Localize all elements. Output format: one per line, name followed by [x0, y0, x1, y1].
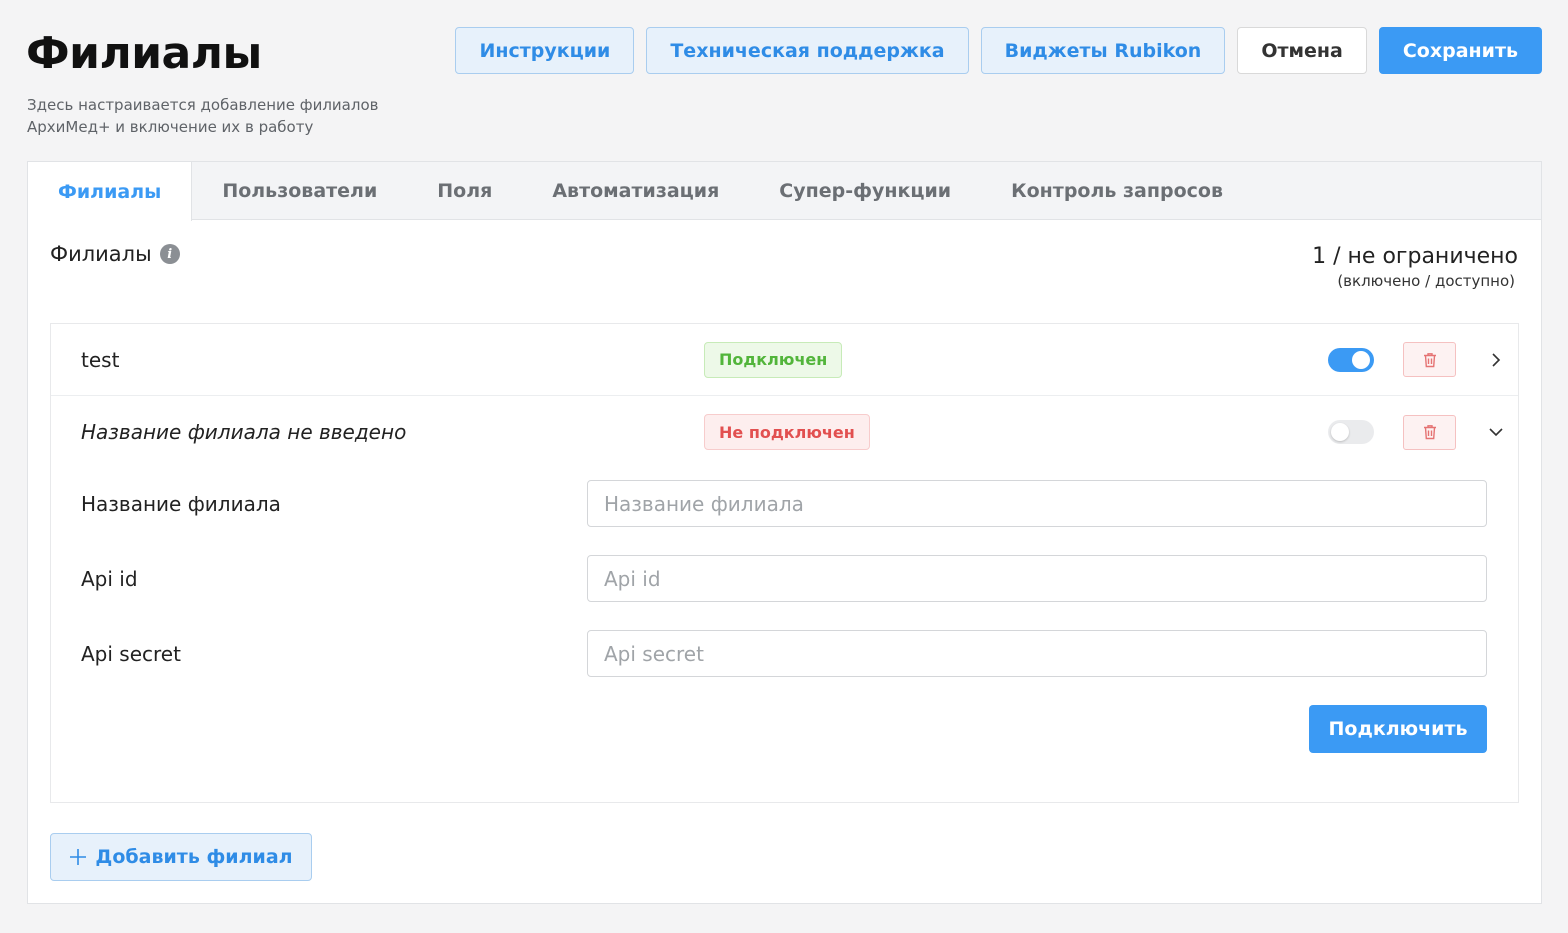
cancel-button[interactable]: Отмена	[1237, 27, 1367, 74]
status-badge: Подключен	[704, 341, 843, 378]
branch-name: Название филиала не введено	[81, 420, 407, 444]
section-title-text: Филиалы	[50, 242, 152, 266]
delete-branch-button[interactable]	[1403, 414, 1456, 450]
branch-name-label: Название филиала	[81, 492, 281, 516]
branch-name: test	[81, 347, 120, 372]
delete-branch-button[interactable]	[1403, 342, 1456, 377]
api-id-input[interactable]	[587, 555, 1487, 602]
tab-fields[interactable]: Поля	[407, 162, 522, 220]
tab-super-functions[interactable]: Супер-функции	[749, 162, 981, 220]
support-button[interactable]: Техническая поддержка	[646, 27, 969, 74]
page-subtitle: Здесь настраивается добавление филиалов …	[27, 96, 379, 136]
counter-value: 1 / не ограничено	[1312, 244, 1518, 269]
form-row-name: Название филиала	[51, 480, 1518, 528]
add-branch-button[interactable]: Добавить филиал	[50, 833, 312, 881]
toggle-knob	[1331, 423, 1349, 441]
tab-branches[interactable]: Филиалы	[28, 162, 193, 221]
tab-users[interactable]: Пользователи	[192, 162, 407, 220]
settings-card: Филиалы Пользователи Поля Автоматизация …	[27, 161, 1542, 904]
chevron-down-icon	[1489, 428, 1503, 437]
info-icon[interactable]: i	[159, 244, 180, 264]
header-actions: Инструкции Техническая поддержка Виджеты…	[455, 27, 1542, 74]
widgets-button[interactable]: Виджеты Rubikon	[980, 27, 1226, 74]
branch-list: test Подключен Название филиала не введе…	[50, 323, 1519, 803]
branch-enabled-toggle[interactable]	[1328, 420, 1374, 444]
branch-name-input[interactable]	[587, 480, 1487, 527]
tab-request-control[interactable]: Контроль запросов	[981, 162, 1253, 220]
connect-button[interactable]: Подключить	[1309, 705, 1487, 753]
add-branch-label: Добавить филиал	[95, 846, 293, 868]
chevron-right-icon	[1492, 352, 1501, 367]
branch-row[interactable]: test Подключен	[51, 324, 1518, 396]
api-secret-label: Api secret	[81, 642, 181, 666]
collapse-button[interactable]	[1487, 423, 1505, 441]
api-secret-input[interactable]	[587, 630, 1487, 677]
plus-icon	[70, 849, 87, 865]
status-badge: Не подключен	[704, 414, 870, 450]
tab-bar: Филиалы Пользователи Поля Автоматизация …	[28, 162, 1541, 221]
save-button[interactable]: Сохранить	[1378, 27, 1542, 74]
page-title: Филиалы	[26, 28, 262, 79]
form-row-api-secret: Api secret	[51, 630, 1518, 678]
tab-automation[interactable]: Автоматизация	[522, 162, 749, 220]
instructions-button[interactable]: Инструкции	[455, 27, 635, 74]
branch-row[interactable]: Название филиала не введено Не подключен	[51, 396, 1518, 468]
form-row-api-id: Api id	[51, 555, 1518, 603]
branch-enabled-toggle[interactable]	[1328, 347, 1374, 372]
section-title: Филиалы i	[50, 242, 180, 266]
trash-icon	[1423, 352, 1436, 367]
toggle-knob	[1352, 350, 1370, 369]
counter-hint: (включено / доступно)	[1337, 272, 1515, 290]
trash-icon	[1423, 425, 1436, 440]
expand-button[interactable]	[1487, 351, 1505, 369]
api-id-label: Api id	[81, 567, 138, 591]
branch-counter: 1 / не ограничено (включено / доступно)	[1312, 244, 1518, 290]
